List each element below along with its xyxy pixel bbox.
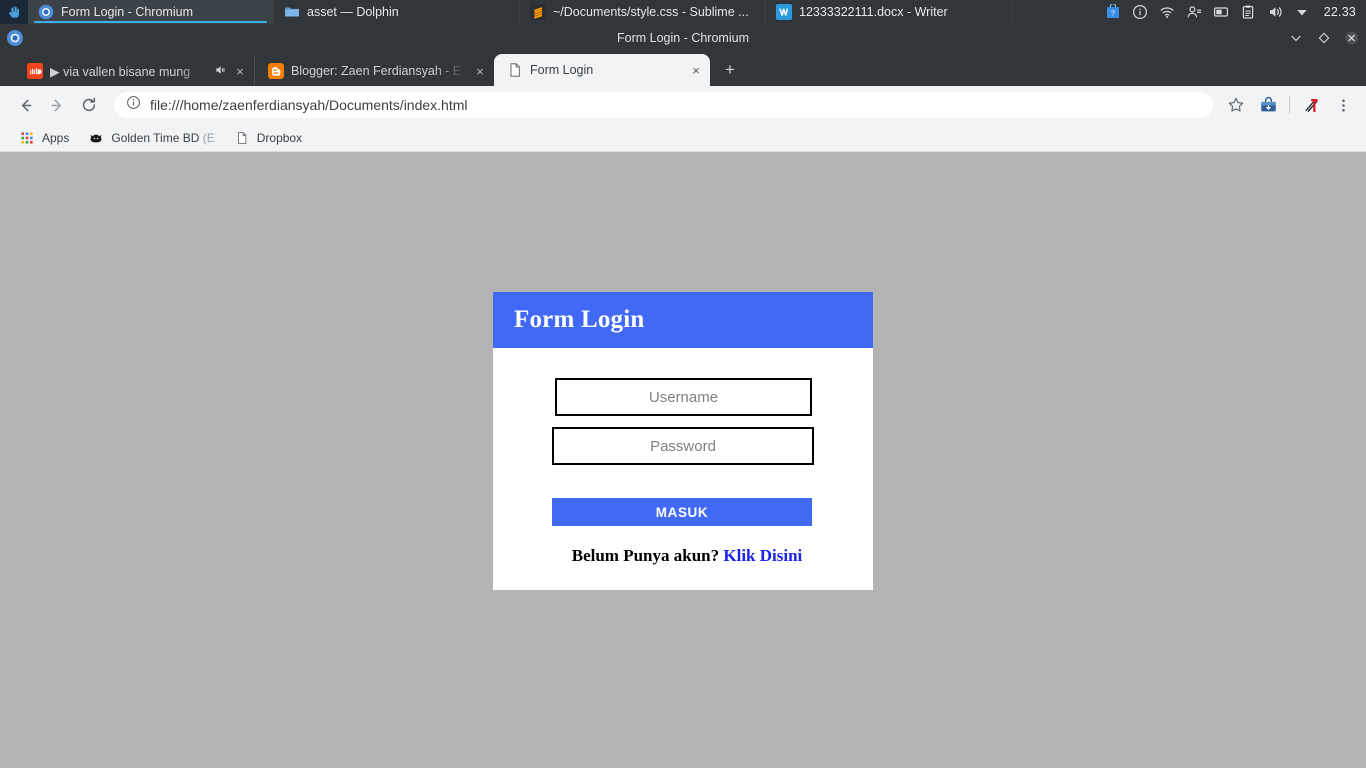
tab-title: Blogger: Zaen Ferdiansyah - E (291, 64, 465, 78)
chevron-down-icon[interactable] (1294, 4, 1310, 20)
folder-icon (284, 4, 300, 20)
close-icon[interactable] (1344, 31, 1359, 46)
page-icon (234, 130, 250, 146)
taskbar-window-label: ~/Documents/style.css - Sublime ... (553, 5, 749, 19)
signup-prompt-text: Belum Punya akun? (572, 546, 719, 565)
bookmark-label: Golden Time BD (E (111, 131, 214, 145)
software-updates-icon[interactable]: ? (1105, 4, 1121, 20)
signup-prompt: Belum Punya akun? Klik Disini (493, 546, 873, 566)
extension-toolbox-icon[interactable] (1253, 90, 1283, 120)
new-tab-button[interactable]: + (716, 56, 744, 84)
taskbar-window-label: 12333322111.docx - Writer (799, 5, 948, 19)
taskbar-clock[interactable]: 22.33 (1324, 5, 1356, 19)
window-title-bar: Form Login - Chromium (0, 24, 1366, 52)
password-field-row: Password (493, 427, 873, 465)
taskbar-window-dolphin[interactable]: asset — Dolphin (274, 0, 520, 24)
clipboard-icon[interactable] (1240, 4, 1256, 20)
contacts-icon[interactable] (1186, 4, 1202, 20)
taskbar-window-label: asset — Dolphin (307, 5, 399, 19)
tab-close-button[interactable]: × (232, 63, 248, 79)
window-controls (1288, 24, 1359, 52)
info-icon[interactable] (1132, 4, 1148, 20)
bookmark-label: Apps (42, 131, 69, 145)
page-viewport: Form Login Username Password MASUK Belum… (0, 152, 1366, 768)
username-field-row: Username (493, 378, 873, 416)
maximize-icon[interactable] (1316, 31, 1331, 46)
bookmark-label-truncated: (E (203, 131, 215, 145)
speaker-muted-icon[interactable] (214, 63, 228, 80)
bookmarks-bar: Apps Golden Time BD (E Dropbox (0, 124, 1366, 152)
bookmark-label-main: Golden Time BD (111, 131, 202, 145)
volume-icon[interactable] (1267, 4, 1283, 20)
submit-row: MASUK (493, 498, 873, 526)
tab-soundcloud[interactable]: ▶ via vallen bisane mung × (14, 56, 254, 86)
login-card: Form Login Username Password MASUK Belum… (493, 292, 873, 590)
taskbar-window-list: Form Login - Chromium asset — Dolphin ~/… (28, 0, 1091, 24)
taskbar-window-writer[interactable]: 12333322111.docx - Writer (766, 0, 1012, 24)
tab-close-button[interactable]: × (688, 62, 704, 78)
tab-title: Form Login (530, 63, 681, 77)
info-circle-icon[interactable] (126, 95, 141, 115)
blogger-icon (268, 63, 284, 79)
taskbar-window-sublime[interactable]: ~/Documents/style.css - Sublime ... (520, 0, 766, 24)
page-icon (507, 62, 523, 78)
window-title: Form Login - Chromium (0, 31, 1366, 45)
bookmark-apps[interactable]: Apps (11, 127, 77, 149)
bookmark-dropbox[interactable]: Dropbox (226, 127, 310, 149)
login-card-header: Form Login (493, 292, 873, 348)
three-dots-menu-icon[interactable] (1328, 90, 1358, 120)
system-tray: ? 22.33 (1091, 0, 1366, 24)
libreoffice-writer-icon (776, 4, 792, 20)
chromium-icon (38, 4, 54, 20)
bat-icon (88, 130, 104, 146)
os-taskbar: Form Login - Chromium asset — Dolphin ~/… (0, 0, 1366, 24)
tab-strip: ▶ via vallen bisane mung × Blogger: Zaen… (0, 52, 1366, 86)
wifi-icon[interactable] (1159, 4, 1175, 20)
svg-text:?: ? (1111, 10, 1115, 17)
tab-title: ▶ via vallen bisane mung (50, 64, 207, 79)
address-bar[interactable]: file:///home/zaenferdiansyah/Documents/i… (114, 92, 1213, 118)
minimize-icon[interactable] (1288, 31, 1303, 46)
signup-link[interactable]: Klik Disini (723, 546, 802, 565)
back-button[interactable] (10, 90, 40, 120)
tab-close-button[interactable]: × (472, 63, 488, 79)
url-text[interactable]: file:///home/zaenferdiansyah/Documents/i… (150, 97, 468, 113)
taskbar-window-label: Form Login - Chromium (61, 5, 193, 19)
browser-toolbar: file:///home/zaenferdiansyah/Documents/i… (0, 86, 1366, 124)
sublime-text-icon (530, 4, 546, 20)
application-launcher-button[interactable] (0, 0, 28, 24)
reload-button[interactable] (74, 90, 104, 120)
password-input[interactable]: Password (552, 427, 814, 465)
tab-form-login[interactable]: Form Login × (494, 54, 710, 86)
masuk-button[interactable]: MASUK (552, 498, 812, 526)
page-title: Form Login (514, 306, 873, 334)
toolbar-separator (1289, 96, 1290, 114)
taskbar-window-chromium[interactable]: Form Login - Chromium (28, 0, 274, 24)
bookmark-golden-time-bd[interactable]: Golden Time BD (E (80, 127, 222, 149)
forward-button[interactable] (42, 90, 72, 120)
display-icon[interactable] (1213, 4, 1229, 20)
bookmark-label: Dropbox (257, 131, 302, 145)
chromium-icon (6, 29, 24, 47)
apps-grid-icon (19, 130, 35, 146)
chromium-window: Form Login - Chromium ▶ via vallen bisan… (0, 24, 1366, 768)
active-window-indicator (34, 21, 267, 23)
extension-ide-icon[interactable] (1296, 90, 1326, 120)
soundcloud-icon (27, 63, 43, 79)
hand-cursor-icon (7, 5, 22, 20)
username-input[interactable]: Username (555, 378, 812, 416)
bookmark-star-icon[interactable] (1221, 90, 1251, 120)
login-card-body: Username Password MASUK Belum Punya akun… (493, 348, 873, 590)
tab-blogger[interactable]: Blogger: Zaen Ferdiansyah - E × (254, 56, 494, 86)
